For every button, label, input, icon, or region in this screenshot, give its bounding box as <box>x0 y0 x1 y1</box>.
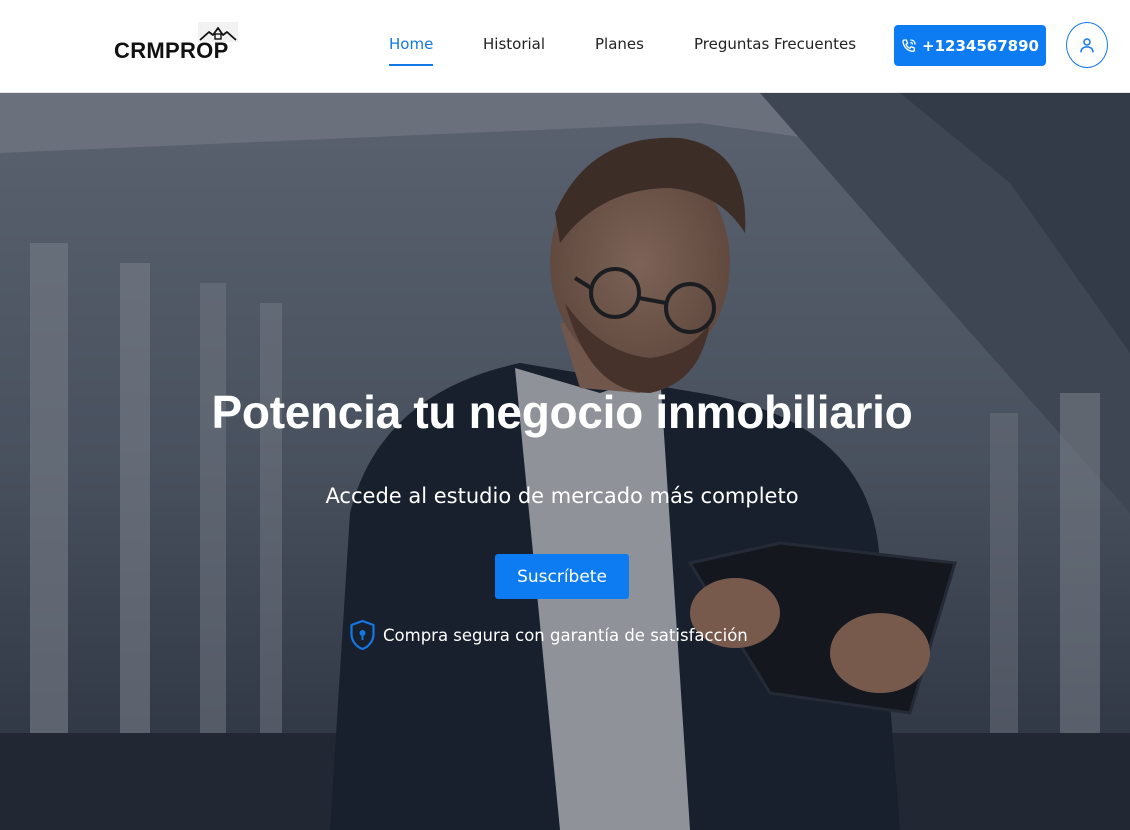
nav-active-indicator <box>389 64 433 66</box>
phone-number: +1234567890 <box>922 36 1039 55</box>
nav-item-historial[interactable]: Historial <box>483 35 545 53</box>
site-header: CRMPROP Home Historial Planes Preguntas … <box>0 0 1130 93</box>
nav-item-home[interactable]: Home <box>389 35 433 53</box>
phone-button[interactable]: +1234567890 <box>894 25 1046 66</box>
nav-item-faq[interactable]: Preguntas Frecuentes <box>694 35 856 53</box>
hero-section: Potencia tu negocio inmobiliario Accede … <box>0 93 1130 830</box>
hero-title: Potencia tu negocio inmobiliario <box>211 386 913 438</box>
nav-item-planes[interactable]: Planes <box>595 35 644 53</box>
guarantee-text: Compra segura con garantía de satisfacci… <box>383 625 748 645</box>
hero-subtitle: Accede al estudio de mercado más complet… <box>325 484 799 508</box>
phone-icon <box>902 38 916 52</box>
brand-logo[interactable]: CRMPROP <box>114 22 238 68</box>
brand-name: CRMPROP <box>114 38 229 63</box>
guarantee-note: Compra segura con garantía de satisfacci… <box>348 619 748 651</box>
subscribe-button[interactable]: Suscríbete <box>495 554 629 599</box>
user-account-button[interactable] <box>1066 22 1108 68</box>
shield-lock-icon <box>350 619 375 651</box>
hero-overlay <box>0 93 1130 830</box>
user-icon <box>1080 38 1094 53</box>
